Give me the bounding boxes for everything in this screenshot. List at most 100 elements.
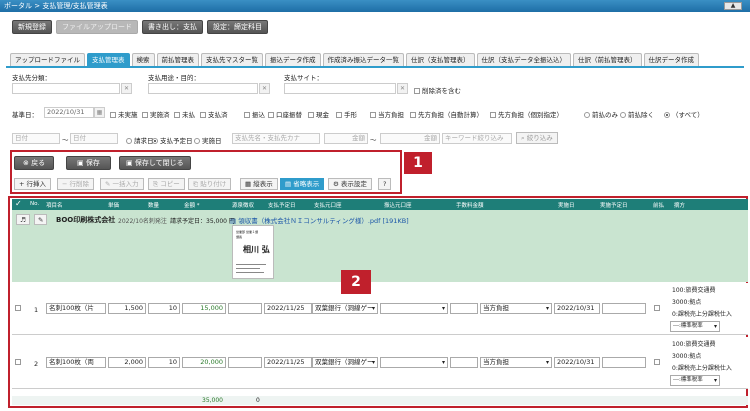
insert-row-button[interactable]: + 行挿入	[14, 178, 52, 190]
source-account-select[interactable]: 双葉銀行（洞線ゲー	[312, 357, 378, 368]
date-kind-request[interactable]: 請求日	[126, 135, 154, 145]
status-implemented[interactable]: 実施済	[142, 109, 170, 119]
amount-from-input[interactable]: 金額	[324, 133, 368, 144]
business-card-image[interactable]: 営業部 営業１課 課長 相川 弘	[232, 225, 274, 279]
payment-class-select[interactable]	[12, 83, 120, 94]
bulk-input-button[interactable]: ✎ 一括入力	[100, 178, 144, 190]
tax-rate-select[interactable]: ---:標準税率	[670, 375, 720, 386]
burden-auto[interactable]: 先方負担（自動計算）	[410, 109, 483, 119]
method-cash[interactable]: 現金	[308, 109, 329, 119]
pencil-icon[interactable]: ✎	[34, 214, 48, 225]
tab-search[interactable]: 検索	[131, 53, 155, 66]
amount-to-input[interactable]: 金額	[380, 133, 440, 144]
transfer-account-select[interactable]	[380, 303, 448, 314]
paste-button[interactable]: ⎗ 貼り付け	[188, 178, 232, 190]
fee-input[interactable]	[450, 303, 478, 314]
compact-view-button[interactable]: ▤ 省略表示	[280, 178, 325, 190]
view-settings-button[interactable]: ⚙ 表示設定	[328, 178, 372, 190]
vertical-view-button[interactable]: ▦ 縦表示	[240, 178, 278, 190]
tab-prepayment[interactable]: 前払管理表	[156, 53, 199, 66]
col-amount: 金額 *	[184, 203, 200, 209]
tab-journal-transfer[interactable]: 仕訳（支払データ全振込込）	[476, 53, 571, 66]
clear-icon[interactable]: ✕	[397, 83, 408, 94]
site-select[interactable]	[284, 83, 396, 94]
delete-row-button[interactable]: − 行削除	[57, 178, 95, 190]
vendor-name[interactable]: BOO印刷株式会社	[56, 215, 115, 225]
burden-individual[interactable]: 先方負担（個別指定）	[490, 109, 563, 119]
edit-group-icon[interactable]: ♬	[16, 214, 30, 225]
date-to-input[interactable]: 日付	[70, 133, 118, 144]
site-label: 支払サイト：	[284, 74, 323, 82]
burden-self[interactable]: 当方負担	[370, 109, 404, 119]
price-input[interactable]: 1,500	[108, 303, 146, 314]
status-paid[interactable]: 支払済	[200, 109, 228, 119]
impl-scheduled-input[interactable]	[602, 303, 646, 314]
copy-button[interactable]: ⎘ コピー	[148, 178, 185, 190]
base-date-input[interactable]: 2022/10/31	[44, 107, 94, 118]
breadcrumb[interactable]: ポータル > 支払管理/支払管理表	[4, 2, 108, 10]
status-unpaid[interactable]: 未払	[174, 109, 195, 119]
prepay-checkbox[interactable]	[654, 305, 660, 311]
card-title: 課長	[236, 235, 243, 239]
qty-input[interactable]: 10	[148, 357, 180, 368]
status-unimplemented[interactable]: 未実施	[110, 109, 138, 119]
item-input[interactable]: 名刺100枚（両	[46, 357, 106, 368]
method-transfer[interactable]: 振込	[244, 109, 265, 119]
vendor-search-input[interactable]: 支払先名・支払先カナ	[232, 133, 320, 144]
method-debit[interactable]: 口座振替	[268, 109, 302, 119]
tab-payment-management[interactable]: 支払管理表	[87, 53, 130, 66]
col-impl-scheduled: 実施予定日	[600, 203, 628, 209]
item-input[interactable]: 名刺100枚（片	[46, 303, 106, 314]
qty-input[interactable]: 10	[148, 303, 180, 314]
tax-rate-select[interactable]: ---:標準税率	[670, 321, 720, 332]
clear-icon[interactable]: ✕	[121, 83, 132, 94]
new-register-button[interactable]: 新規登録	[12, 20, 52, 34]
save-button[interactable]: ▣ 保存	[66, 156, 111, 170]
impl-scheduled-input[interactable]	[602, 357, 646, 368]
prepay-only[interactable]: 前払のみ	[584, 109, 618, 119]
tab-journal-payment[interactable]: 仕訳（支払管理表）	[406, 53, 475, 66]
row-checkbox[interactable]	[15, 305, 21, 311]
fee-burden-select[interactable]: 当方負担	[480, 357, 552, 368]
narrow-button[interactable]: ⌕ 絞り込み	[516, 132, 558, 144]
save-close-button[interactable]: ▣ 保存して閉じる	[119, 156, 191, 170]
impl-date-input[interactable]: 2022/10/31	[554, 357, 600, 368]
tab-transfer-list[interactable]: 作成済み振込データ一覧	[322, 53, 404, 66]
prepay-checkbox[interactable]	[654, 359, 660, 365]
clear-icon[interactable]: ✕	[259, 83, 270, 94]
calendar-icon[interactable]: ▦	[94, 107, 105, 118]
source-account-select[interactable]: 双葉銀行（洞線ゲー	[312, 303, 378, 314]
export-payment-button[interactable]: 書き出し：支払	[142, 20, 203, 34]
row-checkbox[interactable]	[15, 359, 21, 365]
scheduled-date-input[interactable]: 2022/11/25	[264, 303, 312, 314]
scheduled-date-input[interactable]: 2022/11/25	[264, 357, 312, 368]
tab-journal-prepay[interactable]: 仕訳（前払管理表）	[573, 53, 642, 66]
exclude-deleted-checkbox[interactable]: 削除済を含む	[414, 85, 461, 95]
date-from-input[interactable]: 日付	[12, 133, 60, 144]
back-button[interactable]: ⊗ 戻る	[14, 156, 55, 170]
tab-journal-create[interactable]: 仕訳データ作成	[643, 53, 699, 66]
withholding-input[interactable]	[228, 357, 262, 368]
fee-burden-select[interactable]: 当方負担	[480, 303, 552, 314]
impl-date-input[interactable]: 2022/10/31	[554, 303, 600, 314]
date-kind-scheduled[interactable]: 支払予定日	[152, 135, 193, 145]
file-upload-button[interactable]: ファイルアップロード	[56, 20, 138, 34]
fee-input[interactable]	[450, 357, 478, 368]
select-all-checkbox[interactable]: ✓	[15, 199, 22, 208]
attachment-link[interactable]: ▤ 領収書（株式会社ＮＩコンサルティング様）.pdf [191KB]	[230, 215, 409, 225]
tab-transfer-create[interactable]: 振込データ作成	[265, 53, 321, 66]
purpose-select[interactable]	[148, 83, 258, 94]
settings-account-button[interactable]: 設定：締定科目	[207, 20, 268, 34]
withholding-input[interactable]	[228, 303, 262, 314]
prepay-all[interactable]: （すべて）	[664, 109, 704, 119]
tab-upload-file[interactable]: アップロードファイル	[10, 53, 85, 66]
date-kind-implemented[interactable]: 実施日	[194, 135, 222, 145]
method-bill[interactable]: 手形	[336, 109, 357, 119]
tab-vendor-master[interactable]: 支払先マスター覧	[201, 53, 263, 66]
help-button[interactable]: ?	[378, 178, 392, 190]
prepay-exclude[interactable]: 前払除く	[620, 109, 654, 119]
keyword-input[interactable]: キーワード絞り込み	[442, 133, 512, 144]
price-input[interactable]: 2,000	[108, 357, 146, 368]
collapse-up-icon[interactable]: ▲	[724, 2, 742, 10]
transfer-account-select[interactable]	[380, 357, 448, 368]
